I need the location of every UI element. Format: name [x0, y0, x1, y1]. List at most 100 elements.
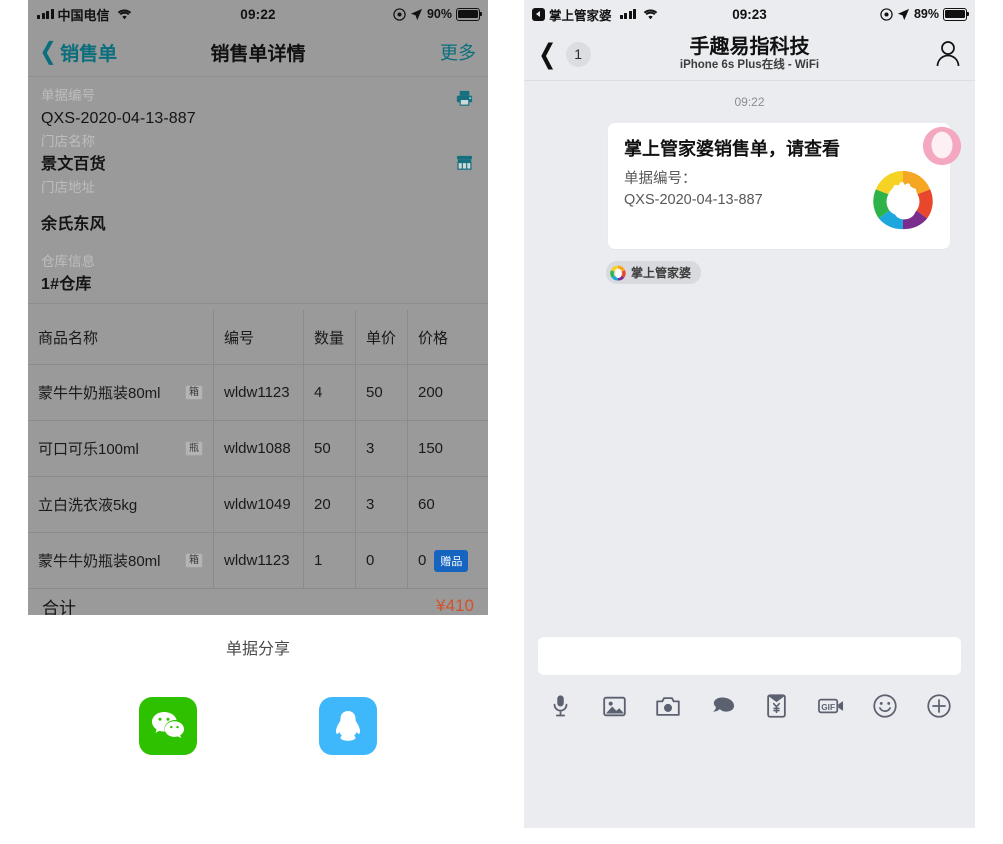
col-header-qty: 数量	[304, 310, 356, 364]
red-packet-icon[interactable]	[761, 691, 793, 721]
cell-amount: 0 赠品	[408, 533, 488, 588]
cell-qty: 4	[304, 365, 356, 420]
qq-icon	[336, 711, 360, 741]
total-value: ¥410	[436, 596, 474, 615]
cell-amount: 60	[418, 496, 435, 513]
cell-price: 50	[356, 365, 408, 420]
gift-badge: 赠品	[434, 549, 469, 572]
divider	[28, 303, 488, 304]
store-icon[interactable]	[455, 153, 474, 172]
cell-qty: 1	[304, 533, 356, 588]
back-label: 销售单	[60, 43, 118, 65]
left-status-bar: 中国电信 09:22 90%	[28, 0, 488, 28]
item-name: 蒙牛牛奶瓶装80ml	[38, 385, 161, 402]
col-header-code: 编号	[214, 310, 304, 364]
cell-code: wldw1123	[214, 365, 304, 420]
card-line-2: QXS-2020-04-13-887	[624, 192, 763, 208]
printer-icon[interactable]	[455, 89, 474, 108]
cell-name: 蒙牛牛奶瓶装80ml 箱	[28, 365, 214, 420]
smiley-icon[interactable]	[869, 691, 901, 721]
message-row: 掌上管家婆销售单，请查看 单据编号： QXS-2020-04-13-887	[524, 123, 975, 249]
chevron-left-icon: ❮	[538, 38, 557, 69]
order-info-panel: 单据编号 QXS-2020-04-13-887 门店名称 景文百货 门店地址 余…	[28, 77, 488, 310]
unit-tag: 瓶	[185, 441, 203, 456]
svg-text:GIF: GIF	[821, 703, 835, 712]
info-field-store-name: 门店名称 景文百货	[28, 131, 488, 177]
card-title: 掌上管家婆销售单，请查看	[624, 139, 840, 159]
guanjiapo-hand-logo	[873, 170, 933, 230]
alarm-icon	[880, 7, 893, 21]
cell-code: wldw1123	[214, 533, 304, 588]
wechat-icon	[152, 712, 184, 739]
table-header-row: 商品名称 编号 数量 单价 价格	[28, 310, 488, 365]
chat-title: 手趣易指科技	[689, 35, 810, 58]
cell-qty: 20	[304, 477, 356, 532]
pointing-hand-icon[interactable]	[706, 691, 738, 721]
chat-screen: 掌上管家婆 09:23 89% ❮ 1 手趣易指科技 iPhone 6s Plu…	[524, 0, 975, 828]
unit-tag: 箱	[185, 553, 203, 568]
more-button[interactable]: 更多	[440, 39, 476, 65]
share-title: 单据分享	[225, 641, 290, 658]
share-targets	[28, 697, 488, 755]
cell-code: wldw1088	[214, 421, 304, 476]
info-label: 仓库信息	[41, 254, 95, 269]
info-value: QXS-2020-04-13-887	[41, 110, 196, 127]
info-field-store-address: 门店地址 余氏东风	[28, 177, 488, 237]
info-label: 门店名称	[41, 134, 95, 149]
plus-icon[interactable]	[923, 691, 955, 721]
chat-message-list[interactable]: 09:22 掌上管家婆销售单，请查看 单据编号： QXS-2020-04-13-…	[524, 81, 975, 727]
chat-tool-row: GIF	[538, 675, 961, 721]
status-right-group: 90%	[393, 7, 483, 21]
info-value: 景文百货	[41, 156, 106, 173]
guanjiapo-mini-logo	[610, 264, 626, 281]
share-qq-button[interactable]	[319, 697, 377, 755]
table-row[interactable]: 蒙牛牛奶瓶装80ml 箱 wldw1123 4 50 200	[28, 365, 488, 421]
table-row[interactable]: 可口可乐100ml 瓶 wldw1088 50 3 150	[28, 421, 488, 477]
battery-icon	[943, 7, 970, 21]
message-timestamp: 09:22	[734, 95, 765, 109]
image-icon[interactable]	[598, 691, 630, 721]
amount-value: 0	[418, 552, 427, 569]
location-arrow-icon	[410, 8, 423, 20]
card-line-1: 单据编号：	[624, 171, 697, 187]
microphone-icon[interactable]	[544, 691, 576, 721]
chat-subtitle: iPhone 6s Plus在线 - WiFi	[679, 58, 820, 71]
source-app-label: 掌上管家婆	[631, 266, 692, 280]
left-nav-bar: ❮ 销售单 销售单详情 更多	[28, 28, 488, 77]
share-sheet: 单据分享	[28, 615, 488, 755]
item-name: 立白洗衣液5kg	[38, 497, 138, 514]
table-row[interactable]: 立白洗衣液5kg wldw1049 20 3 60	[28, 477, 488, 533]
gif-video-icon[interactable]: GIF	[815, 691, 847, 721]
item-name: 可口可乐100ml	[38, 441, 139, 458]
source-app-tag: 掌上管家婆	[606, 261, 702, 284]
person-icon[interactable]	[935, 40, 961, 68]
share-wechat-button[interactable]	[139, 697, 197, 755]
location-arrow-icon	[897, 8, 910, 20]
info-field-warehouse: 仓库信息 1#仓库	[28, 251, 488, 297]
cell-qty: 50	[304, 421, 356, 476]
avatar[interactable]	[921, 125, 963, 167]
cell-name: 蒙牛牛奶瓶装80ml 箱	[28, 533, 214, 588]
item-name: 蒙牛牛奶瓶装80ml	[38, 553, 161, 570]
total-row: 合计 ¥410	[28, 589, 488, 615]
status-right-group: 89%	[880, 7, 970, 21]
share-card-bubble[interactable]: 掌上管家婆销售单，请查看 单据编号： QXS-2020-04-13-887	[608, 123, 957, 249]
camera-icon[interactable]	[652, 691, 684, 721]
chat-nav-bar: ❮ 1 手趣易指科技 iPhone 6s Plus在线 - WiFi	[524, 28, 975, 81]
info-value: 余氏东风	[41, 216, 106, 233]
cell-code: wldw1049	[214, 477, 304, 532]
chat-title-group: 手趣易指科技 iPhone 6s Plus在线 - WiFi	[524, 36, 975, 73]
back-button[interactable]: ❮ 销售单	[28, 39, 118, 66]
cell-price: 0	[356, 533, 408, 588]
chat-back-button[interactable]: ❮ 1	[524, 38, 591, 69]
alarm-icon	[393, 7, 406, 21]
info-value: 1#仓库	[41, 276, 92, 293]
table-row[interactable]: 蒙牛牛奶瓶装80ml 箱 wldw1123 1 0 0 赠品	[28, 533, 488, 589]
message-input[interactable]	[538, 637, 961, 675]
cell-amount: 150	[418, 440, 444, 457]
order-items-table[interactable]: 商品名称 编号 数量 单价 价格 蒙牛牛奶瓶装80ml 箱 wldw1123 4…	[28, 310, 488, 615]
chat-input-bar: GIF	[524, 625, 975, 727]
sales-order-detail-screen: 中国电信 09:22 90% ❮ 销售单 销售单详情 更多 单据编号 QXS-2…	[28, 0, 488, 844]
